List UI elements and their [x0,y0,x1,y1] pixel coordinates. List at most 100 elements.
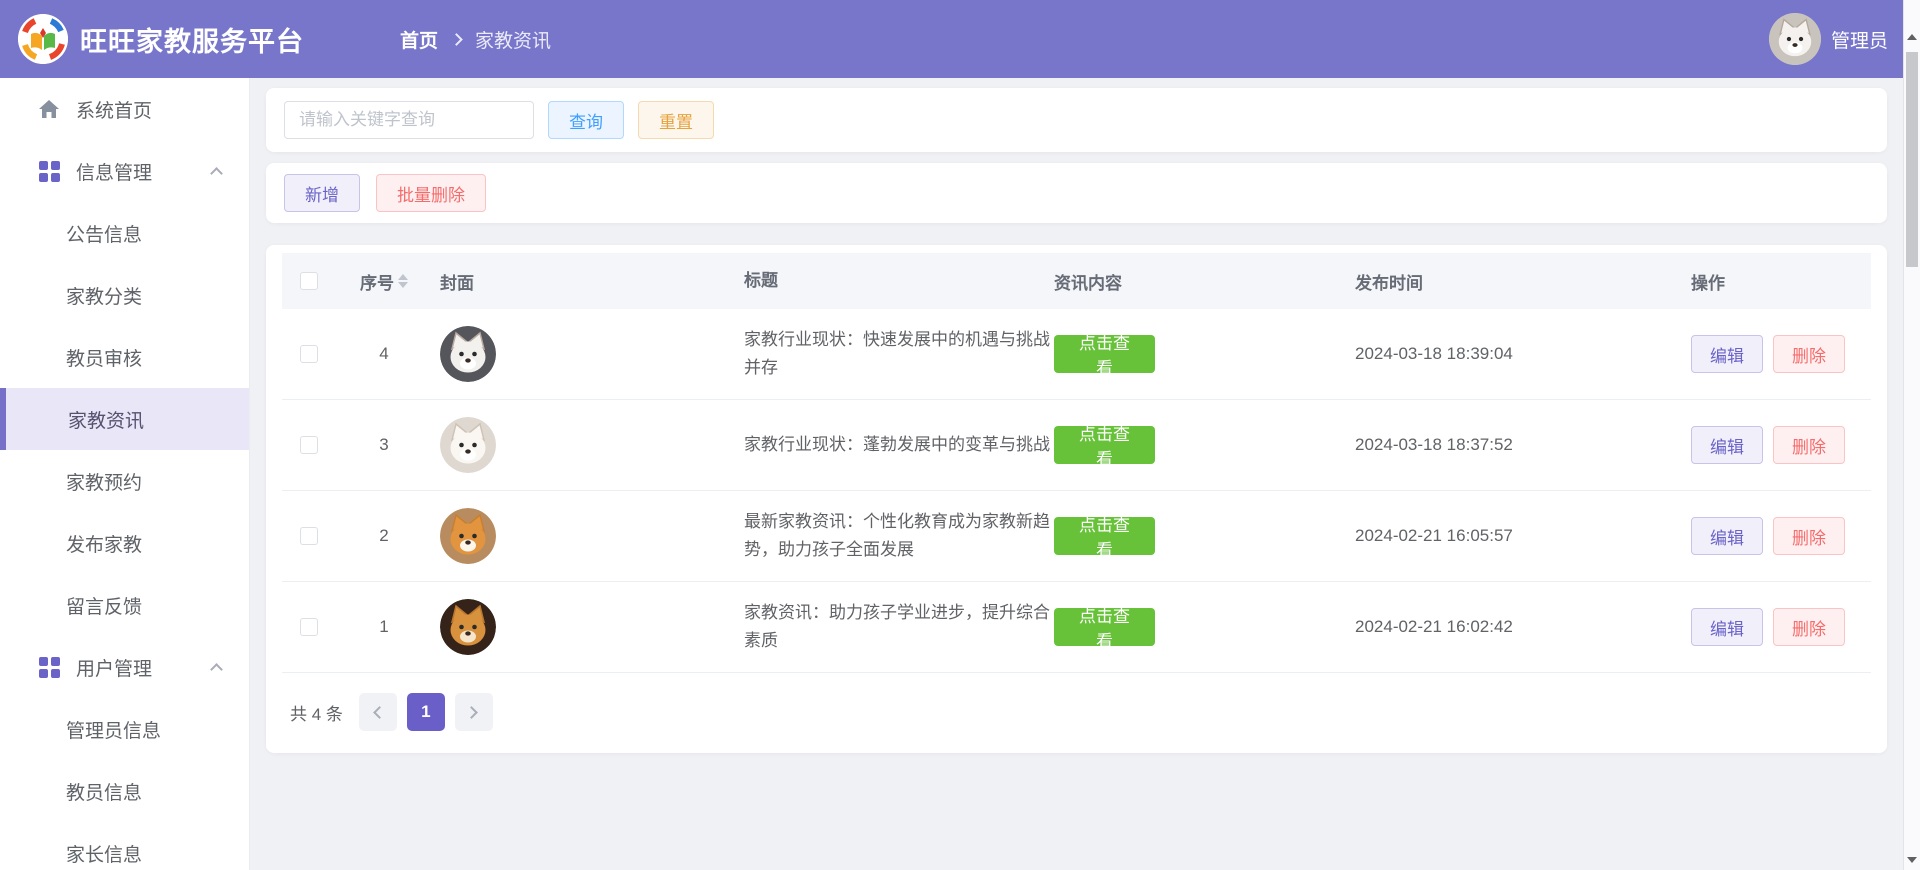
table-panel: 序号 封面 标题 资讯内容 发布时间 操作 4 家教行业现状：快速发展中的机遇与… [266,245,1887,753]
view-content-button[interactable]: 点击查看 [1054,607,1155,651]
column-index[interactable]: 序号 [336,269,432,294]
sidebar-item-home[interactable]: 系统首页 [0,78,249,140]
chevron-left-icon [373,705,387,719]
pagination-total: 共 4 条 [290,704,343,724]
cover-avatar [440,326,496,382]
sidebar-item-label: 系统首页 [76,100,153,122]
cover-avatar [440,508,496,564]
batch-delete-button[interactable]: 批量删除 [376,174,486,212]
delete-button[interactable]: 删除 [1773,608,1845,646]
sidebar-item-label: 信息管理 [76,162,153,184]
breadcrumb-home-link[interactable]: 首页 [400,26,438,53]
column-cover: 封面 [440,273,474,293]
column-time: 发布时间 [1355,273,1423,293]
column-ops: 操作 [1691,273,1725,293]
search-panel: 查询 重置 [266,88,1887,152]
view-content-button[interactable]: 点击查看 [1054,516,1155,560]
next-page-button[interactable] [454,693,493,731]
table-row: 4 家教行业现状：快速发展中的机遇与挑战并存 点击查看 2024-03-18 1… [282,309,1871,400]
grid-icon [38,656,60,678]
view-content-button[interactable]: 点击查看 [1054,425,1155,469]
sidebar-item-label: 公告信息 [66,224,143,246]
sidebar-item-info-mgmt[interactable]: 信息管理 [0,140,249,202]
sort-caret-icon[interactable] [398,274,408,288]
edit-button[interactable]: 编辑 [1691,426,1763,464]
prev-page-button[interactable] [358,693,397,731]
chevron-up-icon [210,167,223,180]
chevron-right-icon [465,705,479,719]
edit-button[interactable]: 编辑 [1691,517,1763,555]
sidebar-item-tutor-booking[interactable]: 家教预约 [0,450,249,512]
sidebar-item-label: 家教预约 [66,472,143,494]
scrollbar-down-icon[interactable] [1904,851,1920,868]
row-index: 4 [379,344,389,363]
sidebar-item-label: 家教分类 [66,286,143,308]
table-row: 3 家教行业现状：蓬勃发展中的变革与挑战 点击查看 2024-03-18 18:… [282,400,1871,491]
current-page-button[interactable]: 1 [406,693,445,731]
user-menu[interactable]: 管理员 [1768,13,1888,65]
row-checkbox[interactable] [300,436,318,454]
edit-button[interactable]: 编辑 [1691,608,1763,646]
sidebar-item-label: 管理员信息 [66,720,162,742]
column-label: 序号 [360,273,394,293]
scrollbar-up-icon[interactable] [1904,28,1920,45]
reset-button[interactable]: 重置 [638,101,714,139]
row-index: 3 [379,435,389,454]
home-icon [38,98,60,120]
sidebar-item-teacher-info[interactable]: 教员信息 [0,760,249,822]
sidebar-item-tutor-category[interactable]: 家教分类 [0,264,249,326]
row-index: 1 [379,617,389,636]
sidebar-item-user-mgmt[interactable]: 用户管理 [0,636,249,698]
breadcrumb: 首页 家教资讯 [400,26,551,53]
sidebar-item-tutor-news[interactable]: 家教资讯 [0,388,249,450]
sidebar-item-label: 教员审核 [66,348,143,370]
cover-avatar [440,599,496,655]
table-row: 2 最新家教资讯：个性化教育成为家教新趋势，助力孩子全面发展 点击查看 2024… [282,491,1871,582]
row-checkbox[interactable] [300,527,318,545]
delete-button[interactable]: 删除 [1773,426,1845,464]
sidebar-item-publish-tutor[interactable]: 发布家教 [0,512,249,574]
sidebar-item-label: 教员信息 [66,782,143,804]
column-content: 资讯内容 [1054,273,1122,293]
scrollbar-thumb[interactable] [1906,52,1918,267]
user-avatar [1768,13,1821,65]
row-checkbox[interactable] [300,345,318,363]
toolbar-panel: 新增 批量删除 [266,163,1887,223]
sidebar-menu: 系统首页信息管理公告信息家教分类教员审核家教资讯家教预约发布家教留言反馈用户管理… [0,78,250,870]
sidebar-item-notice-info[interactable]: 公告信息 [0,202,249,264]
table-row: 1 家教资讯：助力孩子学业进步，提升综合素质 点击查看 2024-02-21 1… [282,582,1871,673]
breadcrumb-chevron-icon [450,32,463,46]
sidebar-item-label: 发布家教 [66,534,143,556]
app-logo-icon [18,14,68,64]
edit-button[interactable]: 编辑 [1691,335,1763,373]
app-header: 旺旺家教服务平台 首页 家教资讯 管理员 [0,0,1920,78]
grid-icon [38,160,60,182]
row-checkbox[interactable] [300,618,318,636]
delete-button[interactable]: 删除 [1773,335,1845,373]
row-title: 家教行业现状：快速发展中的机遇与挑战并存 [744,330,1050,377]
row-publish-time: 2024-02-21 16:05:57 [1355,526,1513,545]
row-title: 家教行业现状：蓬勃发展中的变革与挑战 [744,435,1050,454]
sidebar-item-admin-info[interactable]: 管理员信息 [0,698,249,760]
page-scrollbar[interactable] [1903,0,1920,870]
table-body: 4 家教行业现状：快速发展中的机遇与挑战并存 点击查看 2024-03-18 1… [282,309,1871,673]
view-content-button[interactable]: 点击查看 [1054,334,1155,378]
sidebar-item-teacher-audit[interactable]: 教员审核 [0,326,249,388]
sidebar-item-label: 家长信息 [66,844,143,866]
user-name: 管理员 [1830,30,1888,52]
sidebar-item-label: 留言反馈 [66,596,143,618]
row-publish-time: 2024-02-21 16:02:42 [1355,617,1513,636]
delete-button[interactable]: 删除 [1773,517,1845,555]
search-input[interactable] [284,101,534,139]
header-checkbox[interactable] [300,272,318,290]
query-button[interactable]: 查询 [548,101,624,139]
chevron-up-icon [210,663,223,676]
admin-page: 旺旺家教服务平台 首页 家教资讯 管理员 系统首页信息管理公告信息家教分类教员审… [0,0,1920,870]
row-title: 家教资讯：助力孩子学业进步，提升综合素质 [744,603,1050,650]
sidebar-item-feedback[interactable]: 留言反馈 [0,574,249,636]
pagination: 共 4 条 1 [282,693,1871,731]
add-button[interactable]: 新增 [284,174,360,212]
breadcrumb-current: 家教资讯 [475,30,552,52]
sidebar-item-parent-info[interactable]: 家长信息 [0,822,249,870]
row-index: 2 [379,526,389,545]
